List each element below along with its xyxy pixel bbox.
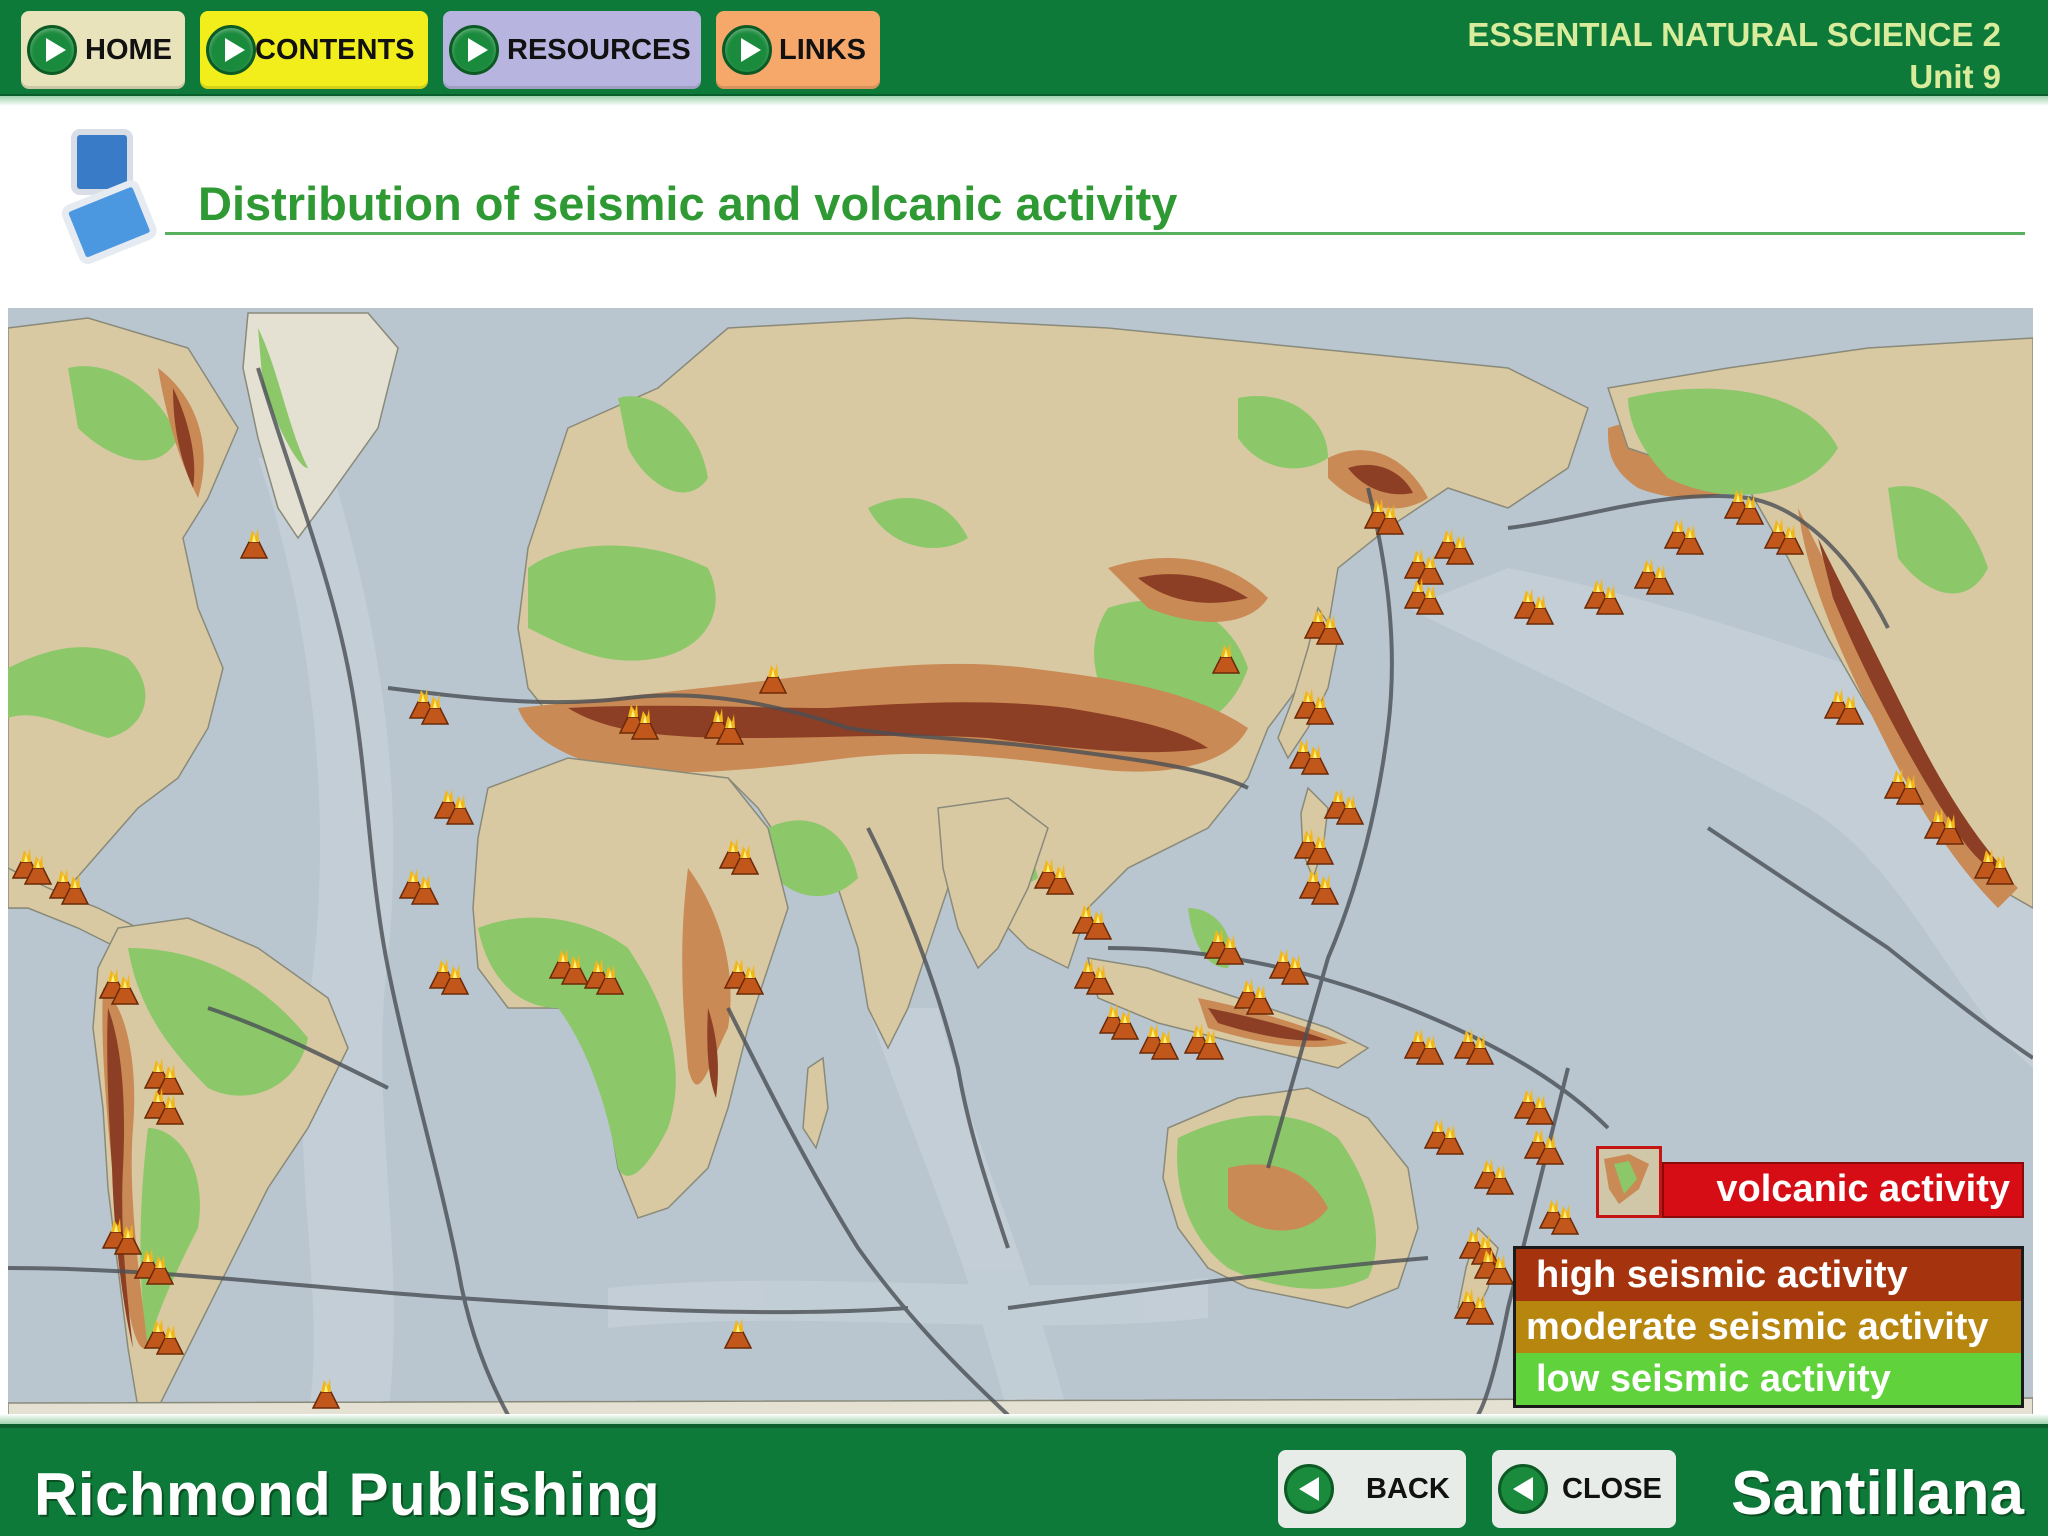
top-navigation-bar: HOME CONTENTS RESOURCES LINKS ESSENTIAL … <box>0 0 2048 106</box>
legend-volcanic-activity: volcanic activity <box>1596 1146 2024 1218</box>
resources-button[interactable]: RESOURCES <box>443 11 701 89</box>
resources-button-label: RESOURCES <box>507 33 691 66</box>
unit-label: Unit 9 <box>1909 58 2001 95</box>
overlapping-screens-icon <box>61 129 157 265</box>
legend-high-seismic: high seismic activity <box>1516 1249 2021 1301</box>
play-icon <box>206 25 256 75</box>
book-title: ESSENTIAL NATURAL SCIENCE 2 <box>1467 16 2001 53</box>
back-arrow-icon <box>1284 1464 1334 1514</box>
map-thumbnail <box>1596 1146 1662 1218</box>
publisher-logo: Richmond Publishing <box>34 1461 661 1528</box>
page-title: Distribution of seismic and volcanic act… <box>198 177 1178 230</box>
legend-moderate-seismic: moderate seismic activity <box>1516 1301 2021 1353</box>
close-button-label: CLOSE <box>1562 1472 1662 1505</box>
play-icon <box>722 25 772 75</box>
close-button[interactable]: CLOSE <box>1492 1450 1676 1528</box>
world-map: volcanic activity high seismic activity … <box>8 308 2033 1415</box>
back-arrow-icon <box>1498 1464 1548 1514</box>
back-button-label: BACK <box>1366 1472 1450 1505</box>
santillana-logo: Santillana <box>1731 1459 2024 1528</box>
links-button-label: LINKS <box>779 33 866 66</box>
legend-low-seismic: low seismic activity <box>1516 1353 2021 1405</box>
play-icon <box>449 25 499 75</box>
title-underline <box>165 232 2025 235</box>
footer-bar: Richmond Publishing BACK CLOSE Santillan… <box>0 1414 2048 1536</box>
back-button[interactable]: BACK <box>1278 1450 1466 1528</box>
links-button[interactable]: LINKS <box>716 11 880 89</box>
play-icon <box>27 25 77 75</box>
contents-button[interactable]: CONTENTS <box>200 11 428 89</box>
screen: HOME CONTENTS RESOURCES LINKS ESSENTIAL … <box>0 0 2048 1536</box>
contents-button-label: CONTENTS <box>255 33 415 66</box>
legend-volcanic-label: volcanic activity <box>1662 1162 2024 1218</box>
home-button[interactable]: HOME <box>21 11 185 89</box>
book-title-block: ESSENTIAL NATURAL SCIENCE 2 Unit 9 <box>1467 14 2001 98</box>
home-button-label: HOME <box>85 33 172 66</box>
legend-seismic-activity: high seismic activity moderate seismic a… <box>1513 1246 2024 1408</box>
